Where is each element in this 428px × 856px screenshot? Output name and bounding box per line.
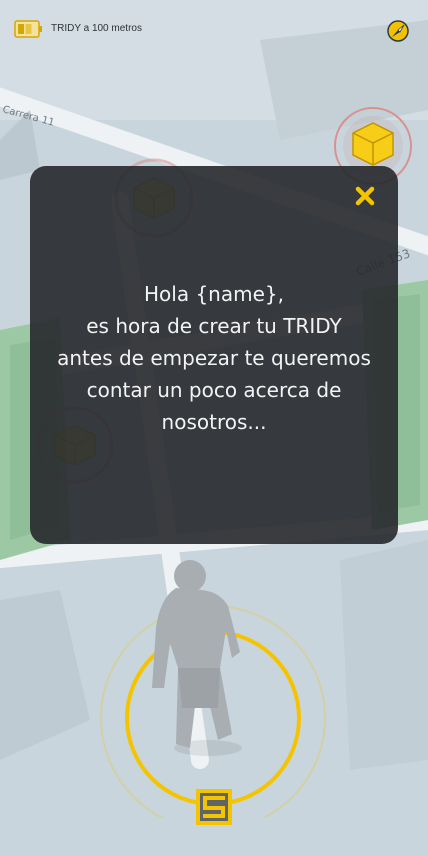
distance-text: TRIDY a 100 metros [51, 23, 142, 34]
compass-icon[interactable] [386, 19, 410, 43]
player-avatar[interactable] [90, 548, 330, 831]
status-bar: TRIDY a 100 metros [0, 0, 428, 60]
tridy-logo-icon[interactable] [195, 788, 233, 826]
message-line: nosotros... [161, 410, 267, 434]
welcome-message: Hola {name}, es hora de crear tu TRIDY a… [30, 278, 398, 438]
message-line: contar un poco acerca de [86, 378, 342, 402]
message-line: es hora de crear tu TRIDY [86, 314, 342, 338]
battery-icon [14, 20, 42, 38]
close-icon[interactable] [354, 185, 376, 207]
message-line: antes de empezar te queremos [57, 346, 371, 370]
message-line: Hola {name}, [144, 282, 284, 306]
